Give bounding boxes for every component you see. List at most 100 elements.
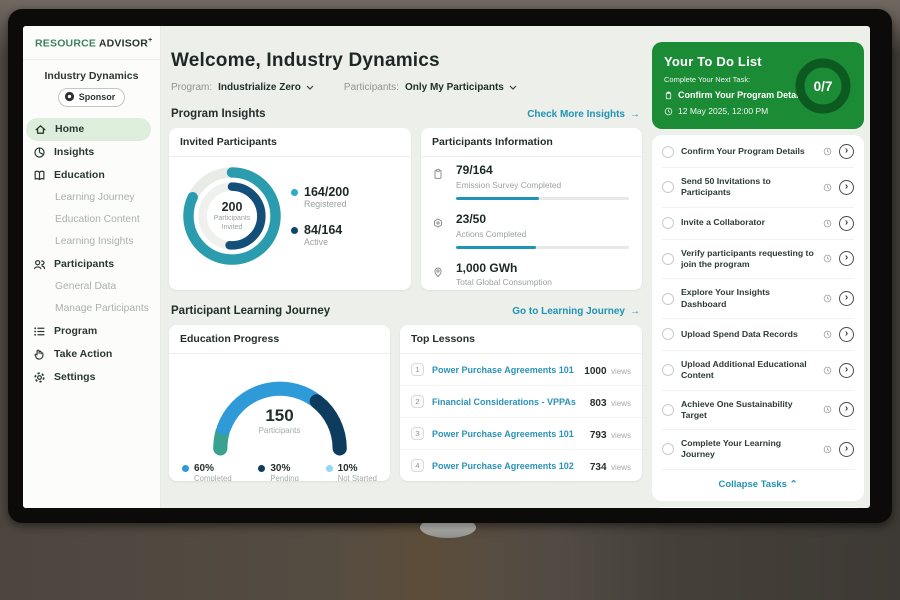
lesson-row: 4 Power Purchase Agreements 102 734 view…: [400, 450, 642, 481]
lesson-row: 1 Power Purchase Agreements 101 1000 vie…: [400, 354, 642, 386]
todo-task[interactable]: Upload Spend Data Records ›: [662, 319, 854, 351]
task-chevron-button[interactable]: ›: [839, 442, 854, 457]
legend-active: 84/164 Active: [291, 223, 349, 247]
legend-dot: [291, 227, 298, 234]
logo-text-primary: RESOURCE: [35, 38, 96, 50]
check-more-insights-link[interactable]: Check More Insights →: [527, 109, 640, 120]
page-title: Welcome, Industry Dynamics: [171, 50, 642, 72]
sidebar-item-take-action[interactable]: Take Action: [23, 343, 160, 366]
task-chevron-button[interactable]: ›: [839, 251, 854, 266]
collapse-tasks-link[interactable]: Collapse Tasks ⌃: [662, 470, 854, 500]
screen: RESOURCE ADVISOR+ Industry Dynamics Spon…: [23, 26, 870, 508]
todo-task[interactable]: Verify participants requesting to join t…: [662, 240, 854, 280]
stat-global-consumption: 1,000 GWh Total Global Consumption: [421, 255, 642, 290]
todo-task[interactable]: Achieve One Sustainability Target ›: [662, 391, 854, 431]
chevron-up-icon: ⌃: [790, 479, 798, 490]
home-icon: [34, 123, 47, 136]
lesson-rank: 3: [411, 427, 424, 440]
sidebar-item-settings[interactable]: Settings: [23, 366, 160, 389]
sidebar-item-label: Program: [54, 325, 97, 337]
task-chevron-button[interactable]: ›: [839, 363, 854, 378]
lesson-link[interactable]: Power Purchase Agreements 101: [432, 429, 582, 439]
clock-icon: [823, 254, 832, 263]
task-checkbox[interactable]: [662, 146, 674, 158]
sidebar-item-label: Home: [55, 123, 84, 135]
sidebar-nav: Home Insights Education Learning Journey…: [23, 118, 160, 389]
donut-center-value: 200: [222, 200, 243, 214]
lesson-link[interactable]: Power Purchase Agreements 101: [432, 365, 576, 375]
lesson-row: 2 Financial Considerations - VPPAs 803 v…: [400, 386, 642, 418]
legend-not-started: 10% Not Started: [326, 463, 377, 481]
lesson-rank: 1: [411, 363, 424, 376]
todo-task[interactable]: Send 50 Invitations to Participants ›: [662, 168, 854, 208]
todo-task[interactable]: Upload Additional Educational Content ›: [662, 351, 854, 391]
task-checkbox[interactable]: [662, 253, 674, 265]
lesson-rank: 4: [411, 459, 424, 472]
sidebar-item-home[interactable]: Home: [26, 118, 151, 141]
actions-progress-bar: [456, 246, 629, 249]
clock-icon: [823, 183, 832, 192]
sidebar-item-participants[interactable]: Participants: [23, 253, 160, 276]
gauge-center-value: 150: [190, 406, 370, 426]
stat-emission-survey: 79/164 Emission Survey Completed: [421, 157, 642, 206]
task-checkbox[interactable]: [662, 217, 674, 229]
recent-news-card: Recent News: [652, 507, 864, 508]
card-title: Participants Information: [421, 128, 642, 157]
participants-select[interactable]: Only My Participants: [405, 82, 517, 93]
go-to-learning-journey-link[interactable]: Go to Learning Journey →: [512, 306, 640, 317]
sidebar-item-learning-journey[interactable]: Learning Journey: [23, 187, 160, 209]
clock-icon: [823, 294, 832, 303]
sidebar-item-learning-insights[interactable]: Learning Insights: [23, 231, 160, 253]
legend-dot: [326, 465, 333, 472]
task-checkbox[interactable]: [662, 364, 674, 376]
sidebar-item-general-data[interactable]: General Data: [23, 276, 160, 298]
task-chevron-button[interactable]: ›: [839, 402, 854, 417]
task-checkbox[interactable]: [662, 293, 674, 305]
task-checkbox[interactable]: [662, 328, 674, 340]
todo-progress-ring: 0/7: [792, 55, 854, 117]
chevron-down-icon: [306, 85, 314, 90]
task-chevron-button[interactable]: ›: [839, 144, 854, 159]
learning-journey-heading: Participant Learning Journey: [171, 305, 330, 317]
task-chevron-button[interactable]: ›: [839, 180, 854, 195]
sidebar-item-education[interactable]: Education: [23, 164, 160, 187]
task-checkbox[interactable]: [662, 443, 674, 455]
actions-icon: [432, 216, 448, 239]
sponsor-badge: Sponsor: [58, 88, 126, 107]
todo-counter: 0/7: [792, 55, 854, 117]
sidebar-item-program[interactable]: Program: [23, 320, 160, 343]
legend-completed: 60% Completed: [182, 463, 232, 481]
sidebar-item-label: Participants: [54, 258, 114, 270]
invited-donut-chart: 200 Participants Invited: [179, 163, 285, 269]
lesson-link[interactable]: Power Purchase Agreements 102: [432, 461, 582, 471]
todo-task-list: Confirm Your Program Details › Send 50 I…: [652, 135, 864, 501]
todo-summary-card: Your To Do List Complete Your Next Task:…: [652, 42, 864, 129]
card-title: Invited Participants: [169, 128, 411, 157]
lesson-link[interactable]: Financial Considerations - VPPAs: [432, 397, 582, 407]
legend-dot: [291, 189, 298, 196]
lesson-row: 3 Power Purchase Agreements 101 793 view…: [400, 418, 642, 450]
program-select[interactable]: Industrialize Zero: [218, 82, 314, 93]
education-gauge-chart: 150 Participants: [190, 362, 370, 457]
task-checkbox[interactable]: [662, 181, 674, 193]
chevron-down-icon: [509, 85, 517, 90]
todo-task[interactable]: Complete Your Learning Journey ›: [662, 430, 854, 470]
sponsor-badge-label: Sponsor: [79, 92, 116, 102]
todo-task[interactable]: Explore Your Insights Dashboard ›: [662, 279, 854, 319]
task-chevron-button[interactable]: ›: [839, 216, 854, 231]
sidebar-item-insights[interactable]: Insights: [23, 141, 160, 164]
logo-text-secondary: ADVISOR: [99, 38, 148, 50]
sidebar-item-manage-participants[interactable]: Manage Participants: [23, 298, 160, 320]
filters-bar: Program: Industrialize Zero Participants…: [171, 82, 642, 93]
task-checkbox[interactable]: [662, 404, 674, 416]
task-chevron-button[interactable]: ›: [839, 291, 854, 306]
sponsor-icon: [64, 91, 75, 104]
app-logo[interactable]: RESOURCE ADVISOR+: [23, 26, 160, 60]
clock-icon: [664, 107, 673, 116]
task-chevron-button[interactable]: ›: [839, 327, 854, 342]
emission-progress-bar: [456, 197, 629, 200]
invited-participants-card: Invited Participants 200 Partic: [169, 128, 411, 290]
todo-task[interactable]: Confirm Your Program Details ›: [662, 136, 854, 168]
todo-task[interactable]: Invite a Collaborator ›: [662, 208, 854, 240]
sidebar-item-education-content[interactable]: Education Content: [23, 209, 160, 231]
